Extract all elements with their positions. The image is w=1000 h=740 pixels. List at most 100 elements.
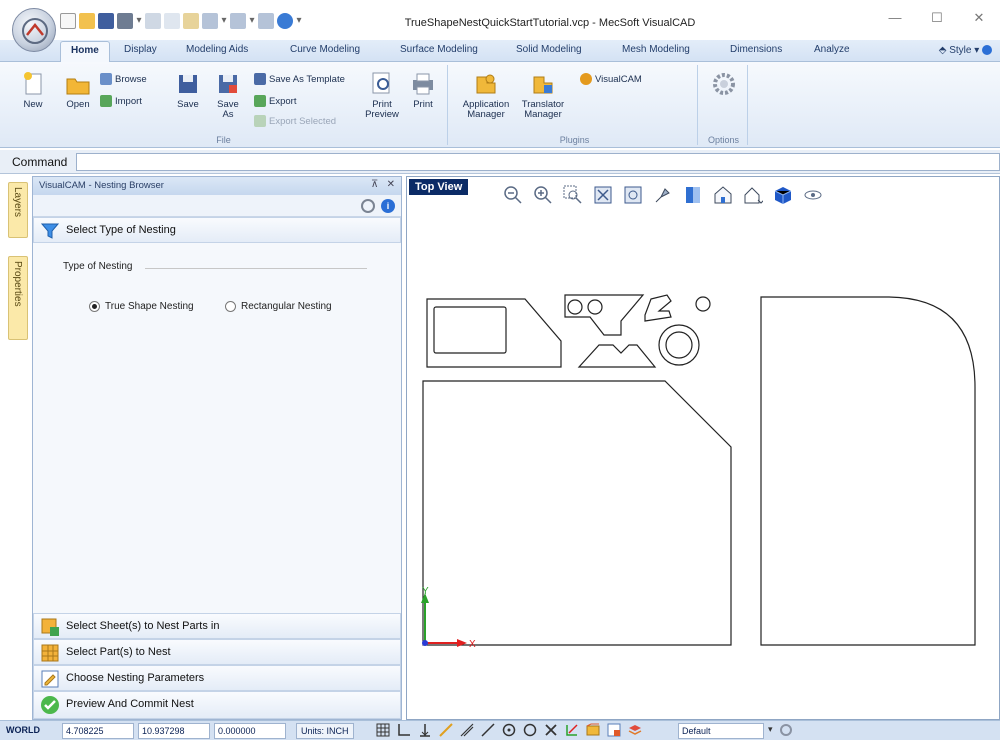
tab-modeling-aids[interactable]: Modeling Aids bbox=[186, 44, 248, 55]
save-as-template-button[interactable]: Save As Template bbox=[254, 73, 345, 85]
rectangular-nesting-radio[interactable]: Rectangular Nesting bbox=[225, 301, 332, 312]
dropdown-arrow-icon[interactable]: ▾ bbox=[136, 13, 142, 29]
axis-x-arrow bbox=[457, 639, 467, 647]
options-button[interactable] bbox=[710, 71, 738, 100]
status-settings-gear-icon[interactable] bbox=[780, 724, 792, 736]
ortho-icon[interactable] bbox=[397, 723, 411, 737]
part-s-bracket[interactable] bbox=[644, 294, 672, 322]
tab-display[interactable]: Display bbox=[124, 44, 157, 55]
sheet-right[interactable] bbox=[760, 296, 976, 646]
pin-icon[interactable]: ⊼ bbox=[371, 179, 378, 190]
radio-unselected-icon bbox=[225, 301, 236, 312]
tangent-snap-icon[interactable] bbox=[439, 723, 453, 737]
tab-analyze[interactable]: Analyze bbox=[814, 44, 850, 55]
panel-close-icon[interactable]: ✕ bbox=[387, 179, 395, 190]
help-globe-icon[interactable] bbox=[277, 13, 293, 29]
quadrant-snap-icon[interactable] bbox=[523, 723, 537, 737]
layer-color-icon[interactable] bbox=[586, 723, 600, 737]
save-button[interactable]: Save bbox=[174, 71, 202, 110]
help-icon[interactable] bbox=[982, 45, 992, 56]
part-tapered-plate[interactable] bbox=[426, 298, 562, 368]
application-manager-button[interactable]: Application Manager bbox=[458, 71, 514, 120]
save-as-button[interactable]: Save As bbox=[214, 71, 242, 120]
true-shape-nesting-radio[interactable]: True Shape Nesting bbox=[89, 301, 194, 312]
maximize-button[interactable]: ☐ bbox=[916, 10, 958, 26]
print-preview-button[interactable]: Print Preview bbox=[364, 71, 400, 120]
ribbon-group-file: New Open Browse Import Save Save As Save… bbox=[0, 65, 448, 145]
print-button[interactable]: Print bbox=[408, 71, 438, 110]
tab-solid-modeling[interactable]: Solid Modeling bbox=[516, 44, 582, 55]
settings-gear-icon[interactable] bbox=[361, 199, 375, 213]
minimize-button[interactable]: — bbox=[874, 10, 916, 26]
visualcam-button[interactable]: VisualCAM bbox=[580, 73, 642, 85]
step-select-parts[interactable]: Select Part(s) to Nest bbox=[33, 639, 401, 665]
step-preview-commit[interactable]: Preview And Commit Nest bbox=[33, 691, 401, 719]
units-indicator[interactable]: Units: INCH bbox=[296, 723, 354, 739]
near-snap-icon[interactable] bbox=[565, 723, 579, 737]
part-bracket[interactable] bbox=[564, 294, 645, 336]
style-menu[interactable]: ⬘ Style ▾ bbox=[939, 45, 992, 56]
layer-properties-icon[interactable] bbox=[607, 723, 621, 737]
step-preview-commit-label: Preview And Commit Nest bbox=[66, 698, 194, 710]
open-button[interactable]: Open bbox=[60, 71, 96, 110]
export-selected-button[interactable]: Export Selected bbox=[254, 115, 336, 127]
undo-dropdown-icon[interactable]: ▾ bbox=[221, 13, 227, 29]
part-hole-2[interactable] bbox=[587, 299, 603, 315]
tab-dimensions[interactable]: Dimensions bbox=[730, 44, 782, 55]
ribbon-group-plugins: Application Manager Translator Manager V… bbox=[452, 65, 698, 145]
part-ring-inner[interactable] bbox=[665, 331, 693, 359]
part-hole-1[interactable] bbox=[567, 299, 583, 315]
close-button[interactable]: ✕ bbox=[958, 10, 1000, 26]
browse-button[interactable]: Browse bbox=[100, 73, 147, 85]
angle-snap-icon[interactable] bbox=[460, 723, 474, 737]
step-nesting-parameters[interactable]: Choose Nesting Parameters bbox=[33, 665, 401, 691]
sheet-select-icon bbox=[41, 618, 59, 636]
side-tab-properties[interactable]: Properties bbox=[8, 256, 28, 340]
center-snap-icon[interactable] bbox=[502, 723, 516, 737]
repeat-icon[interactable] bbox=[258, 13, 274, 29]
tab-mesh-modeling[interactable]: Mesh Modeling bbox=[622, 44, 690, 55]
new-button[interactable]: New bbox=[20, 71, 46, 110]
redo-icon[interactable] bbox=[230, 13, 246, 29]
command-input[interactable] bbox=[76, 153, 1000, 171]
paste-icon[interactable] bbox=[183, 13, 199, 29]
part-rectangular-cutout[interactable] bbox=[433, 306, 507, 354]
sheet-left[interactable] bbox=[422, 380, 732, 646]
layer-dropdown-icon[interactable]: ▾ bbox=[768, 724, 773, 735]
intersection-snap-icon[interactable] bbox=[544, 723, 558, 737]
part-small-washer[interactable] bbox=[695, 296, 711, 312]
new-file-icon[interactable] bbox=[60, 13, 76, 29]
tab-surface-modeling[interactable]: Surface Modeling bbox=[400, 44, 478, 55]
step-nesting-parameters-label: Choose Nesting Parameters bbox=[66, 672, 205, 684]
select-type-of-nesting-header[interactable]: Select Type of Nesting bbox=[33, 217, 401, 243]
axis-origin bbox=[422, 640, 428, 646]
grid-snap-icon[interactable] bbox=[376, 723, 390, 737]
perpendicular-snap-icon[interactable] bbox=[418, 723, 432, 737]
undo-icon[interactable] bbox=[202, 13, 218, 29]
step-select-parts-label: Select Part(s) to Nest bbox=[66, 646, 171, 658]
copy-icon[interactable] bbox=[164, 13, 180, 29]
top-viewport[interactable]: Top View Y X bbox=[406, 176, 1000, 720]
panel-controls: ⊼ ✕ bbox=[371, 179, 395, 190]
active-layer-select[interactable]: Default bbox=[678, 723, 764, 739]
info-icon[interactable]: i bbox=[381, 199, 395, 213]
line-snap-icon[interactable] bbox=[481, 723, 495, 737]
side-tab-layers[interactable]: Layers bbox=[8, 182, 28, 238]
import-button[interactable]: Import bbox=[100, 95, 142, 107]
application-menu-button[interactable] bbox=[12, 8, 56, 52]
part-wave-block[interactable] bbox=[577, 344, 657, 368]
tab-home[interactable]: Home bbox=[60, 41, 110, 63]
layer-manager-icon[interactable] bbox=[628, 723, 642, 737]
tab-curve-modeling[interactable]: Curve Modeling bbox=[290, 44, 360, 55]
save-disk-icon[interactable] bbox=[98, 13, 114, 29]
translator-manager-button[interactable]: Translator Manager bbox=[518, 71, 568, 120]
save-disk-icon bbox=[175, 71, 201, 97]
coordinate-system-label[interactable]: WORLD bbox=[6, 725, 40, 735]
step-select-sheets[interactable]: Select Sheet(s) to Nest Parts in bbox=[33, 613, 401, 639]
cut-icon[interactable] bbox=[145, 13, 161, 29]
part-ring-outer[interactable] bbox=[658, 324, 700, 366]
open-folder-icon[interactable] bbox=[79, 13, 95, 29]
redo-dropdown-icon[interactable]: ▾ bbox=[249, 13, 255, 29]
export-button[interactable]: Export bbox=[254, 95, 296, 107]
print-icon[interactable] bbox=[117, 13, 133, 29]
